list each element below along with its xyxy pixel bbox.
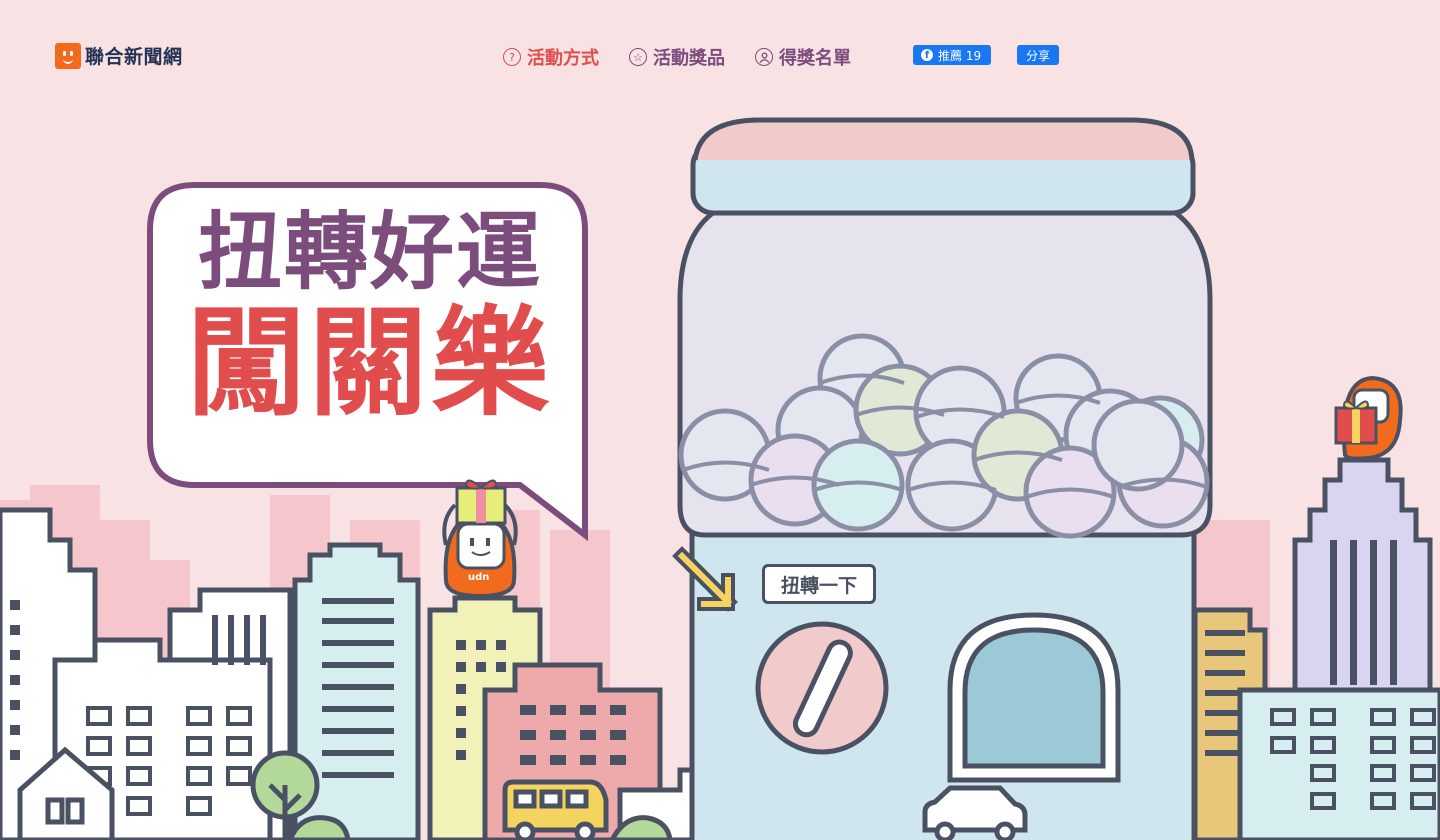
nav-label: 得獎名單	[779, 48, 851, 69]
mascot-right	[1334, 375, 1403, 461]
user-icon	[755, 48, 773, 66]
star-icon: ☆	[629, 48, 647, 66]
like-label: 推薦 19	[938, 48, 982, 63]
facebook-share-button[interactable]: 分享	[1017, 45, 1059, 65]
hero-title-line1: 扭轉好運	[197, 203, 542, 301]
facebook-icon: f	[921, 49, 933, 61]
nav-how-to-play[interactable]: ? 活動方式	[503, 44, 599, 70]
nav-label: 活動方式	[527, 48, 599, 69]
udn-logo[interactable]: 聯合新聞網	[55, 42, 183, 69]
nav-label: 活動獎品	[653, 48, 725, 69]
main-nav: ? 活動方式 ☆ 活動獎品 得獎名單	[503, 44, 851, 70]
capsule-exit-door	[947, 612, 1121, 783]
white-car	[922, 785, 1028, 840]
mascot-label: udn	[468, 572, 490, 583]
nav-prizes[interactable]: ☆ 活動獎品	[629, 44, 725, 70]
top-navigation-bar: 聯合新聞網 ? 活動方式 ☆ 活動獎品 得獎名單 f 推薦 19 分享	[0, 0, 1440, 110]
hero-title: 扭轉好運 闖關樂	[150, 210, 590, 422]
nav-winners[interactable]: 得獎名單	[755, 44, 851, 70]
twist-button[interactable]: 扭轉一下	[762, 564, 876, 604]
hero-title-line2: 闖關樂	[186, 294, 553, 432]
logo-text: 聯合新聞網	[85, 46, 183, 68]
facebook-like-button[interactable]: f 推薦 19	[913, 45, 991, 65]
yellow-bus	[502, 779, 609, 840]
udn-logo-icon	[55, 42, 81, 69]
question-icon: ?	[503, 48, 521, 66]
twist-knob[interactable]	[755, 621, 889, 755]
user-glyph	[758, 52, 770, 63]
